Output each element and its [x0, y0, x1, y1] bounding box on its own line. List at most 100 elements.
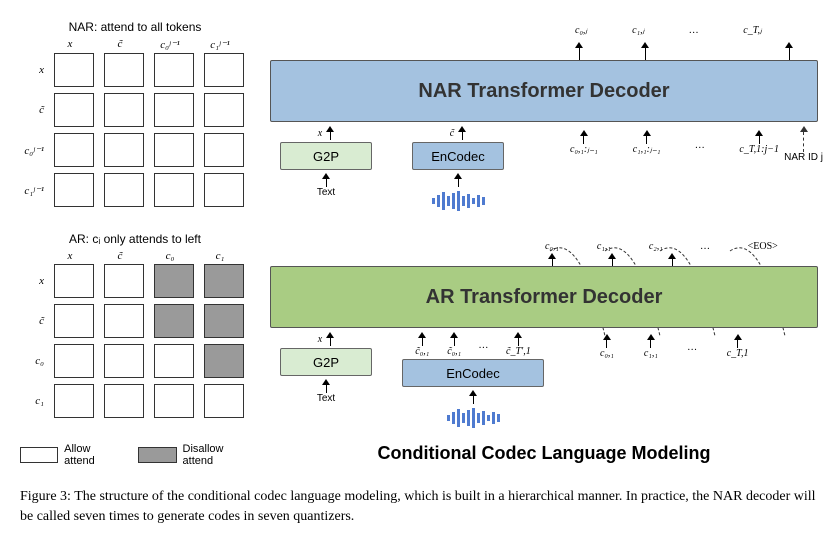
encodec-block: EnCodec	[402, 359, 544, 387]
attn-cell-masked	[204, 264, 244, 298]
token-input: c₀,₁:ⱼ₋₁	[570, 130, 598, 155]
token-label: c₀,₁	[545, 241, 559, 252]
row-label: c₀ʲ⁻¹	[20, 144, 44, 157]
block-label: AR Transformer Decoder	[426, 286, 663, 309]
attn-cell	[104, 384, 144, 418]
token-label: …	[688, 342, 697, 359]
attention-matrices: NAR: attend to all tokens x c̃ c₀ʲ⁻¹ c₁ʲ…	[20, 20, 250, 467]
block-label: EnCodec	[446, 366, 499, 381]
nar-output-tokens: c₀,ⱼ c₁,ⱼ … c_T,ⱼ	[270, 25, 818, 36]
attn-cell	[154, 53, 194, 87]
attn-cell	[154, 173, 194, 207]
block-label: NAR Transformer Decoder	[418, 80, 669, 103]
token-label: c₀,₁	[600, 348, 614, 359]
col-label: c̃	[100, 250, 140, 262]
token-label: c₁,ⱼ	[632, 25, 644, 36]
row-label: c₁ʲ⁻¹	[20, 184, 44, 197]
token-label: …	[689, 25, 698, 36]
text-label: Text	[317, 187, 335, 198]
token-input: c₁,₁:ⱼ₋₁	[633, 130, 661, 155]
arrow-up-icon	[575, 42, 583, 60]
col-label: c₁ʲ⁻¹	[200, 38, 240, 51]
row-label: c₁	[20, 395, 44, 407]
attn-cell-masked	[154, 304, 194, 338]
legend-allow: Allow attend	[20, 443, 118, 467]
token-label: c₁,₁	[644, 348, 658, 359]
nar-id-label: NAR ID j	[784, 152, 823, 163]
attn-cell	[204, 53, 244, 87]
attn-cell	[104, 173, 144, 207]
col-label: c₀ʲ⁻¹	[150, 38, 190, 51]
g2p-block: G2P	[280, 348, 372, 376]
attn-cell	[104, 93, 144, 127]
block-label: G2P	[313, 355, 339, 370]
nar-decoder-block: NAR Transformer Decoder	[270, 60, 818, 122]
architecture-diagram: c₀,ⱼ c₁,ⱼ … c_T,ⱼ NAR Transformer Decode…	[270, 20, 818, 467]
attn-cell	[54, 344, 94, 378]
attn-cell	[54, 264, 94, 298]
legend: Allow attend Disallow attend	[20, 443, 250, 467]
attn-cell	[104, 344, 144, 378]
attn-cell-masked	[204, 304, 244, 338]
col-label: x	[50, 38, 90, 51]
attn-cell	[154, 384, 194, 418]
arrow-up-icon	[548, 253, 556, 267]
token-label: c̃₀,₁	[447, 346, 461, 357]
attn-cell	[54, 93, 94, 127]
attn-cell	[204, 133, 244, 167]
row-label: c̃	[20, 104, 44, 116]
token-label: c₂,₁	[649, 241, 663, 252]
attn-cell	[54, 53, 94, 87]
attn-cell	[204, 93, 244, 127]
figure-caption: Figure 3: The structure of the condition…	[20, 487, 818, 526]
token-label: c₀,₁:ⱼ₋₁	[570, 144, 598, 155]
attn-cell	[204, 173, 244, 207]
attn-cell	[104, 264, 144, 298]
legend-label: Allow attend	[64, 443, 118, 467]
arrow-up-icon	[668, 253, 676, 267]
col-label: c₁	[200, 250, 240, 262]
arrow-up-icon	[641, 42, 649, 60]
attn-cell	[104, 53, 144, 87]
diagram-title: Conditional Codec Language Modeling	[270, 443, 818, 464]
token-label: c_T,ⱼ	[743, 25, 762, 36]
token-label: c̃₀,₁	[415, 346, 429, 357]
attn-cell	[54, 384, 94, 418]
token-label: c̃_T′,1	[506, 346, 531, 357]
legend-box-allow	[20, 447, 58, 463]
row-label: c̃	[20, 315, 44, 327]
attn-cell-masked	[154, 264, 194, 298]
attn-cell	[154, 344, 194, 378]
token-input: c_T,1:j−1	[739, 130, 779, 155]
attn-cell	[154, 133, 194, 167]
attn-cell	[104, 304, 144, 338]
col-label: c₀	[150, 250, 190, 262]
row-label: c₀	[20, 355, 44, 367]
ar-code-inputs: c₀,₁ c₁,₁ … c_T,1	[600, 334, 748, 359]
nar-attention-matrix: NAR: attend to all tokens x c̃ c₀ʲ⁻¹ c₁ʲ…	[20, 20, 250, 207]
waveform-icon	[447, 408, 500, 428]
legend-box-disallow	[138, 447, 176, 463]
row-label: x	[20, 64, 44, 76]
nar-id-input: NAR ID j	[784, 126, 823, 163]
token-label: c₀,ⱼ	[575, 25, 587, 36]
row-label: x	[20, 275, 44, 287]
nar-col-labels: x c̃ c₀ʲ⁻¹ c₁ʲ⁻¹	[20, 38, 250, 51]
attn-cell	[54, 304, 94, 338]
attn-cell	[54, 133, 94, 167]
ar-decoder-block: AR Transformer Decoder	[270, 266, 818, 328]
token-label: c_T,1	[727, 348, 749, 359]
col-label: x	[50, 250, 90, 262]
attn-cell	[204, 384, 244, 418]
attn-cell-masked	[204, 344, 244, 378]
attn-cell	[154, 93, 194, 127]
token-label: c_T,1:j−1	[739, 144, 779, 155]
nar-matrix-title: NAR: attend to all tokens	[20, 20, 250, 34]
legend-disallow: Disallow attend	[138, 443, 250, 467]
waveform-icon	[432, 191, 485, 211]
x-label: x	[318, 334, 322, 345]
attn-cell	[104, 133, 144, 167]
text-label: Text	[317, 393, 335, 404]
ar-attention-matrix: AR: cᵢ only attends to left x c̃ c₀ c₁ x…	[20, 232, 250, 418]
ar-output-tokens: c₀,₁ c₁,₁ c₂,₁ … <EOS>	[545, 241, 778, 252]
